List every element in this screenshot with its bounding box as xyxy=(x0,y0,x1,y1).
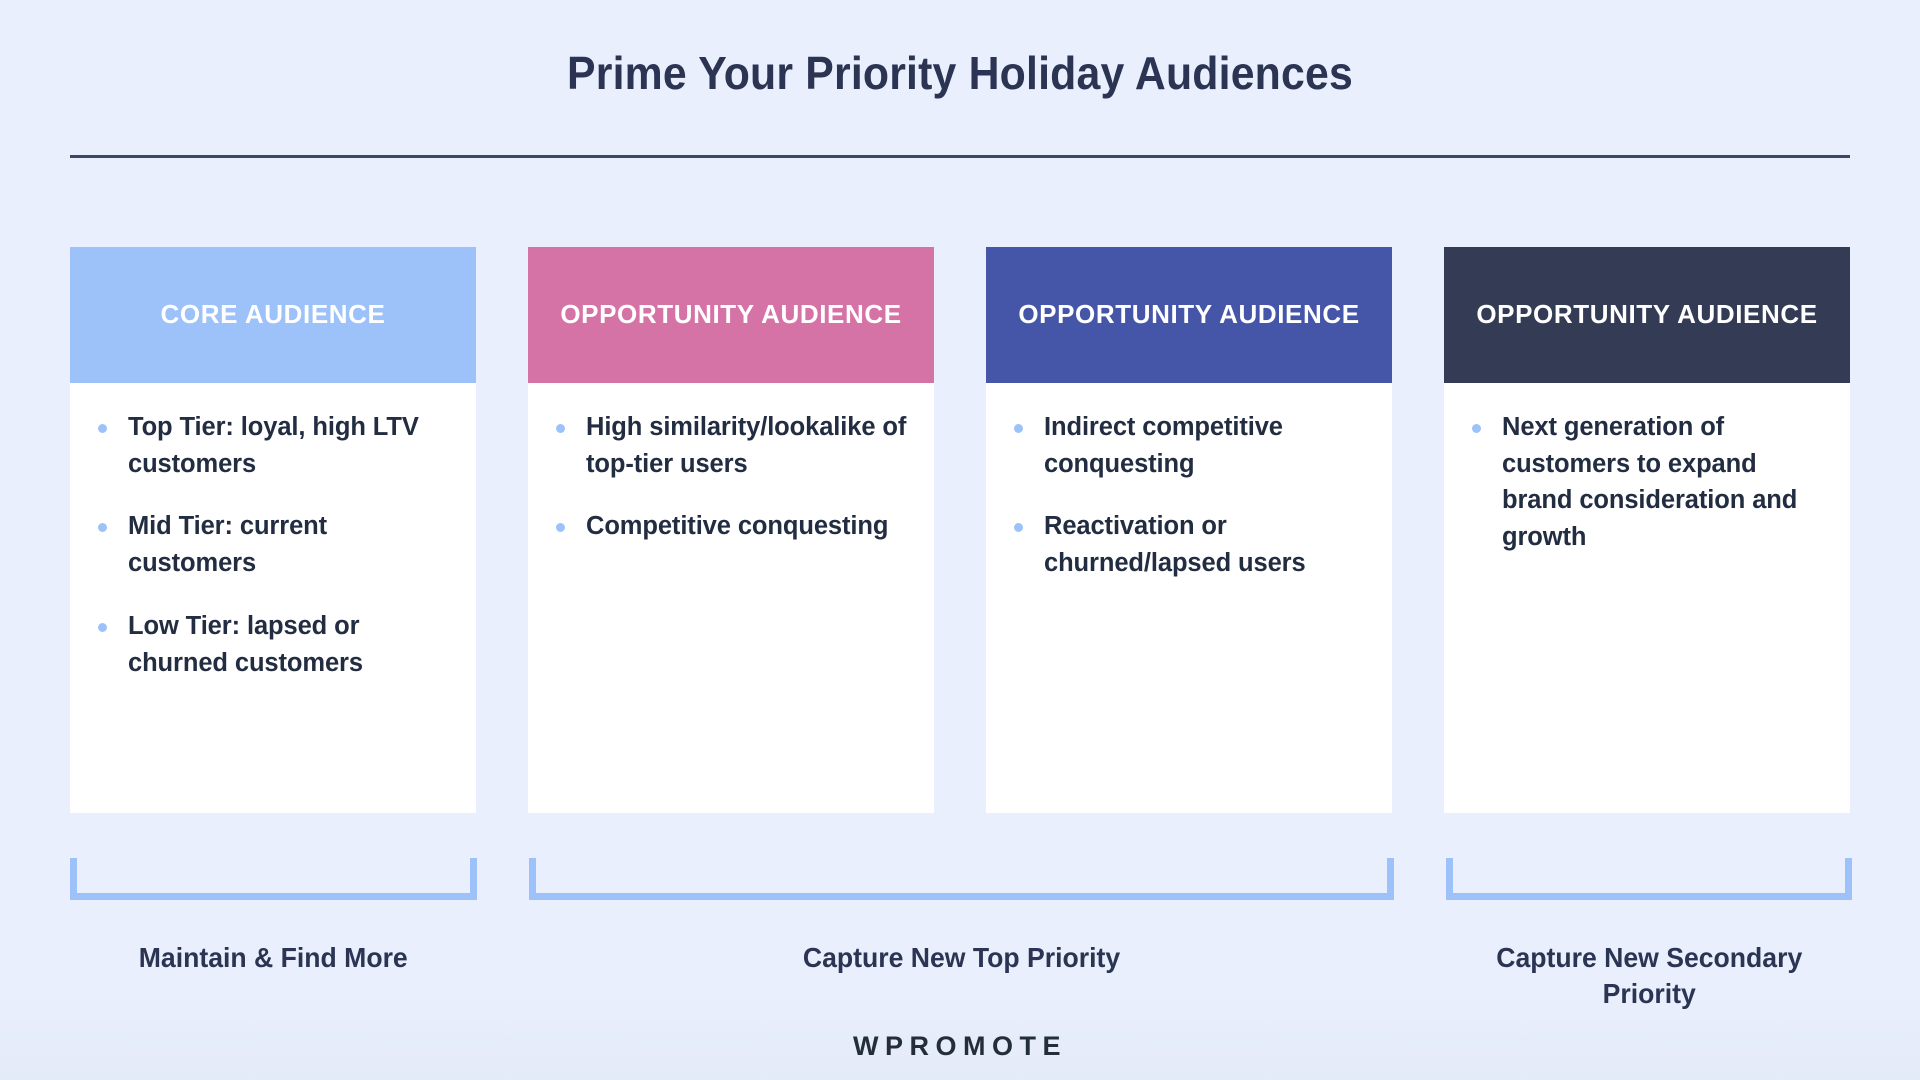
bullet-dot-icon xyxy=(1472,424,1481,433)
card-header-label: CORE AUDIENCE xyxy=(160,299,386,330)
bullet-text: Top Tier: loyal, high LTV customers xyxy=(128,413,419,478)
card-header-label: OPPORTUNITY AUDIENCE xyxy=(1476,299,1818,330)
card-header: OPPORTUNITY AUDIENCE xyxy=(1444,247,1850,383)
list-item: High similarity/lookalike of top-tier us… xyxy=(546,409,908,482)
list-item: Next generation of customers to expand b… xyxy=(1462,409,1824,556)
list-item: Low Tier: lapsed or churned customers xyxy=(88,608,450,681)
bullet-text: Low Tier: lapsed or churned customers xyxy=(128,611,363,677)
audience-card: OPPORTUNITY AUDIENCE Next generation of c… xyxy=(1444,247,1850,813)
card-header-label: OPPORTUNITY AUDIENCE xyxy=(560,299,902,330)
bullet-text: High similarity/lookalike of top-tier us… xyxy=(586,413,907,478)
audience-card: CORE AUDIENCE Top Tier: loyal, high LTV c… xyxy=(70,247,476,813)
bullet-text: Competitive conquesting xyxy=(586,512,889,541)
wpromote-logo: WPROMOTE xyxy=(853,1031,1067,1061)
list-item: Competitive conquesting xyxy=(546,508,908,545)
slide-root: Prime Your Priority Holiday Audiences CO… xyxy=(0,0,1920,1080)
card-body: Indirect competitive conquesting Reactiva… xyxy=(986,383,1392,813)
group-label: Capture New Top Priority xyxy=(802,942,1120,973)
bullet-dot-icon xyxy=(1014,424,1023,433)
title-divider xyxy=(70,155,1850,158)
audience-card: OPPORTUNITY AUDIENCE High similarity/look… xyxy=(528,247,934,813)
audience-cards-container: CORE AUDIENCE Top Tier: loyal, high LTV c… xyxy=(70,247,1850,813)
group-label: Capture New Secondary Priority xyxy=(1495,942,1802,1009)
card-header: OPPORTUNITY AUDIENCE xyxy=(986,247,1392,383)
bullet-dot-icon xyxy=(98,622,107,632)
card-header: CORE AUDIENCE xyxy=(70,247,476,383)
card-body: Next generation of customers to expand b… xyxy=(1444,383,1850,813)
card-header-label: OPPORTUNITY AUDIENCE xyxy=(1018,299,1360,330)
audience-card: OPPORTUNITY AUDIENCE Indirect competitive… xyxy=(986,247,1392,813)
bullet-text: Indirect competitive conquesting xyxy=(1044,413,1283,478)
bullet-text: Next generation of customers to expand b… xyxy=(1502,413,1798,552)
bullet-dot-icon xyxy=(98,424,107,433)
bullet-dot-icon xyxy=(556,523,565,533)
bullet-list: Indirect competitive conquesting Reactiva… xyxy=(1004,409,1366,582)
list-item: Reactivation or churned/lapsed users xyxy=(1004,508,1366,581)
card-body: High similarity/lookalike of top-tier us… xyxy=(528,383,934,813)
group-bracket xyxy=(528,858,1394,900)
bullet-list: Next generation of customers to expand b… xyxy=(1462,409,1824,556)
bullet-text: Reactivation or churned/lapsed users xyxy=(1044,512,1306,578)
list-item: Indirect competitive conquesting xyxy=(1004,409,1366,482)
group-bracket xyxy=(1445,858,1852,900)
title-container: Prime Your Priority Holiday Audiences xyxy=(0,0,1920,99)
bullet-dot-icon xyxy=(556,424,565,433)
list-item: Mid Tier: current customers xyxy=(88,508,450,581)
bullet-dot-icon xyxy=(1014,523,1023,533)
bullet-text: Mid Tier: current customers xyxy=(128,512,328,578)
card-header: OPPORTUNITY AUDIENCE xyxy=(528,247,934,383)
bullet-dot-icon xyxy=(98,523,107,533)
group-label: Maintain & Find More xyxy=(138,942,408,973)
page-title: Prime Your Priority Holiday Audiences xyxy=(567,47,1353,99)
bullet-list: Top Tier: loyal, high LTV customers Mid T… xyxy=(88,409,450,681)
card-body: Top Tier: loyal, high LTV customers Mid T… xyxy=(70,383,476,813)
group-bracket xyxy=(70,858,477,900)
grouping-brackets xyxy=(70,858,1852,902)
bullet-list: High similarity/lookalike of top-tier us… xyxy=(546,409,908,545)
list-item: Top Tier: loyal, high LTV customers xyxy=(88,409,450,482)
